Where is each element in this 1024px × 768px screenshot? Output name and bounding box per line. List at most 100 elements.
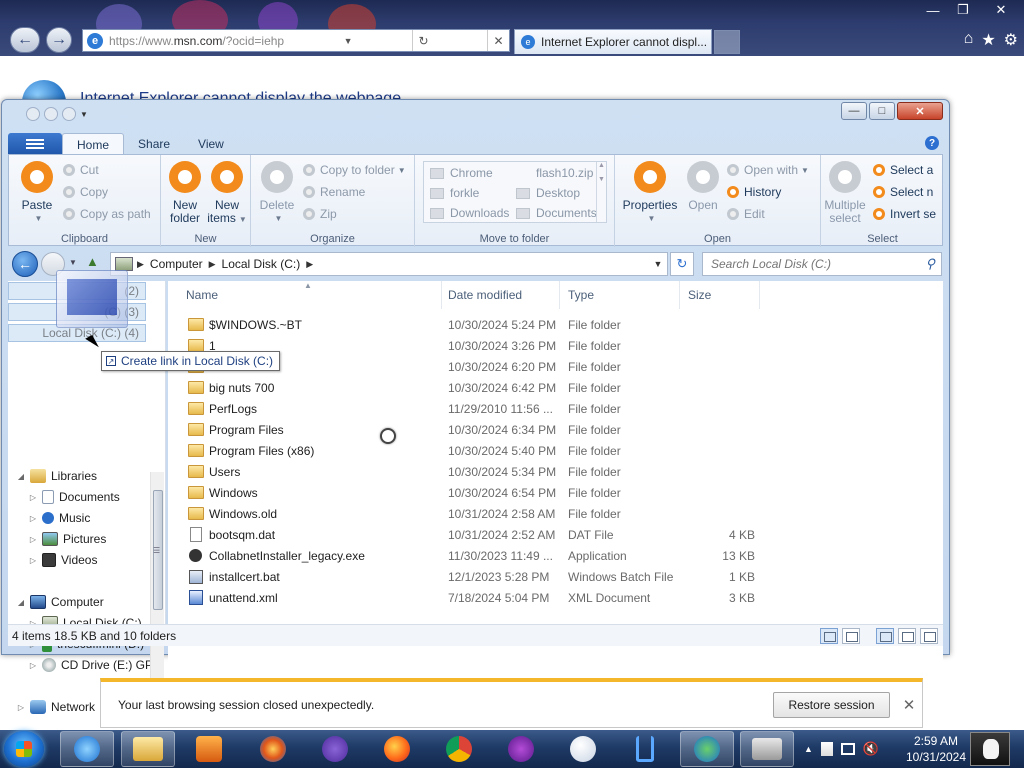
volume-muted-icon[interactable]: 🔇 (863, 741, 879, 757)
clock[interactable]: 2:59 AM 10/31/2024 (904, 733, 968, 765)
nav-cd-drive[interactable]: ▷ CD Drive (E:) GPa (28, 655, 160, 675)
favorites-star-icon[interactable]: ★ (981, 30, 995, 50)
file-row[interactable]: big nuts 700 10/30/2024 6:42 PM File folde… (168, 377, 768, 398)
copy-to-folder-button[interactable]: Copy to folder ▼ (303, 163, 406, 177)
breadcrumb-local-disk[interactable]: Local Disk (C:) (222, 257, 301, 271)
settings-gear-icon[interactable]: ⚙ (1004, 30, 1018, 50)
gallery-item[interactable]: Chrome (430, 166, 493, 180)
collapse-triangle-icon[interactable]: ▷ (28, 556, 38, 565)
taskbar-app-8[interactable] (494, 731, 548, 767)
undo-quick-icon[interactable] (62, 107, 76, 121)
select-all-button[interactable]: Select a (873, 163, 933, 177)
taskbar-app-5[interactable] (308, 731, 362, 767)
address-dropdown-icon[interactable]: ▼ (337, 30, 359, 51)
preview-pane-toggle-icon[interactable] (898, 628, 916, 644)
minimize-icon[interactable]: — (841, 102, 867, 120)
collapse-triangle-icon[interactable]: ▷ (16, 703, 26, 712)
stop-icon[interactable]: ✕ (487, 30, 509, 51)
details-view-icon[interactable] (820, 628, 838, 644)
file-menu-tab[interactable] (8, 133, 62, 155)
collapse-triangle-icon[interactable]: ▷ (28, 535, 38, 544)
maximize-icon[interactable]: □ (869, 102, 895, 120)
breadcrumb-computer[interactable]: Computer (150, 257, 203, 271)
file-row[interactable]: $WINDOWS.~BT 10/30/2024 5:24 PM File folde… (168, 314, 768, 335)
open-with-button[interactable]: Open with ▼ (727, 163, 809, 177)
restore-session-button[interactable]: Restore session (773, 692, 890, 718)
search-input[interactable] (711, 257, 911, 271)
address-bar[interactable]: ▶ Computer ▶ Local Disk (C:) ▶ ▼ (110, 252, 668, 276)
explorer-titlebar[interactable]: ▼ — □ ✕ (2, 100, 949, 128)
properties-quick-icon[interactable] (26, 107, 40, 121)
nav-pictures[interactable]: ▷ Pictures (28, 529, 106, 549)
nav-network[interactable]: ▷ Network (16, 697, 95, 717)
copy-as-path-button[interactable]: Copy as path (63, 207, 151, 221)
taskbar-chrome[interactable] (432, 731, 486, 767)
close-icon[interactable]: ✕ (897, 102, 943, 120)
collapse-triangle-icon[interactable]: ▷ (28, 514, 38, 523)
minimize-icon[interactable]: — (918, 0, 948, 20)
file-row[interactable]: PerfLogs 11/29/2010 11:56 ... File folder (168, 398, 768, 419)
taskbar-ie[interactable] (60, 731, 114, 767)
user-avatar[interactable] (970, 732, 1010, 766)
invert-selection-button[interactable]: Invert se (873, 207, 936, 221)
taskbar-app-12[interactable] (740, 731, 794, 767)
gallery-scroll[interactable]: ▲ ▼ (596, 162, 606, 222)
action-center-flag-icon[interactable] (820, 742, 833, 756)
file-row[interactable]: Users 10/30/2024 5:34 PM File folder (168, 461, 768, 482)
tab-view[interactable]: View (184, 133, 238, 155)
collapse-triangle-icon[interactable]: ▷ (28, 493, 38, 502)
delete-button[interactable]: Delete ▼ (257, 161, 297, 225)
taskbar-app-10[interactable] (618, 731, 672, 767)
expand-triangle-icon[interactable]: ◢ (16, 472, 26, 481)
close-icon[interactable]: ✕ (978, 0, 1024, 20)
chevron-right-icon[interactable]: ▶ (137, 259, 144, 270)
tab-home[interactable]: Home (62, 133, 125, 155)
back-button[interactable]: ← (12, 251, 38, 277)
refresh-button[interactable]: ↻ (670, 252, 694, 276)
new-folder-button[interactable]: New folder (165, 161, 205, 225)
taskbar-app-9[interactable] (556, 731, 610, 767)
recent-locations-icon[interactable]: ▼ (69, 258, 77, 267)
taskbar-media-player[interactable] (182, 731, 236, 767)
new-tab-button[interactable] (714, 30, 740, 54)
file-row[interactable]: Windows.old 10/31/2024 2:58 AM File folder (168, 503, 768, 524)
history-button[interactable]: History (727, 185, 781, 199)
taskbar-explorer[interactable] (121, 731, 175, 767)
new-items-button[interactable]: New items ▼ (207, 161, 247, 226)
collapse-triangle-icon[interactable]: ▷ (28, 661, 38, 670)
taskbar-app-11[interactable] (680, 731, 734, 767)
browser-forward-button[interactable]: → (46, 27, 72, 53)
nav-scrollbar[interactable]: ☰ (150, 472, 164, 712)
edit-button[interactable]: Edit (727, 207, 765, 221)
paste-button[interactable]: Paste ▼ (17, 161, 57, 225)
home-icon[interactable]: ⌂ (964, 30, 974, 50)
gallery-item[interactable]: Desktop (516, 186, 580, 200)
column-header-date[interactable]: Date modified (440, 281, 560, 309)
file-row[interactable]: CollabnetInstaller_legacy.exe 11/30/2023 … (168, 545, 768, 566)
refresh-icon[interactable]: ↻ (412, 30, 434, 51)
expand-triangle-icon[interactable]: ◢ (16, 598, 26, 607)
file-row[interactable]: bootsqm.dat 10/31/2024 2:52 AM DAT File 4 K… (168, 524, 768, 545)
select-none-button[interactable]: Select n (873, 185, 933, 199)
gallery-item[interactable]: flash10.zip (516, 166, 593, 180)
navigation-pane-toggle-icon[interactable] (876, 628, 894, 644)
open-button[interactable]: Open (685, 161, 721, 212)
cut-button[interactable]: Cut (63, 163, 99, 177)
start-button[interactable] (4, 731, 44, 767)
nav-music[interactable]: ▷ Music (28, 508, 90, 528)
browser-back-button[interactable]: ← (10, 27, 40, 53)
taskbar-app-4[interactable] (246, 731, 300, 767)
new-folder-quick-icon[interactable] (44, 107, 58, 121)
file-row[interactable]: Windows 10/30/2024 6:54 PM File folder (168, 482, 768, 503)
file-row[interactable]: installcert.bat 12/1/2023 5:28 PM Windows … (168, 566, 768, 587)
close-icon[interactable]: ✕ (901, 696, 917, 714)
thumbnails-view-icon[interactable] (842, 628, 860, 644)
file-row[interactable]: unattend.xml 7/18/2024 5:04 PM XML Documen… (168, 587, 768, 608)
gallery-item[interactable]: Documents (516, 206, 597, 220)
address-dropdown-icon[interactable]: ▼ (649, 259, 667, 269)
nav-libraries[interactable]: ◢ Libraries (16, 466, 97, 486)
zip-button[interactable]: Zip (303, 207, 337, 221)
search-icon[interactable]: ⚲ (925, 256, 935, 272)
gallery-item[interactable]: forkle (430, 186, 479, 200)
file-row[interactable]: Program Files 10/30/2024 6:34 PM File fold… (168, 419, 768, 440)
